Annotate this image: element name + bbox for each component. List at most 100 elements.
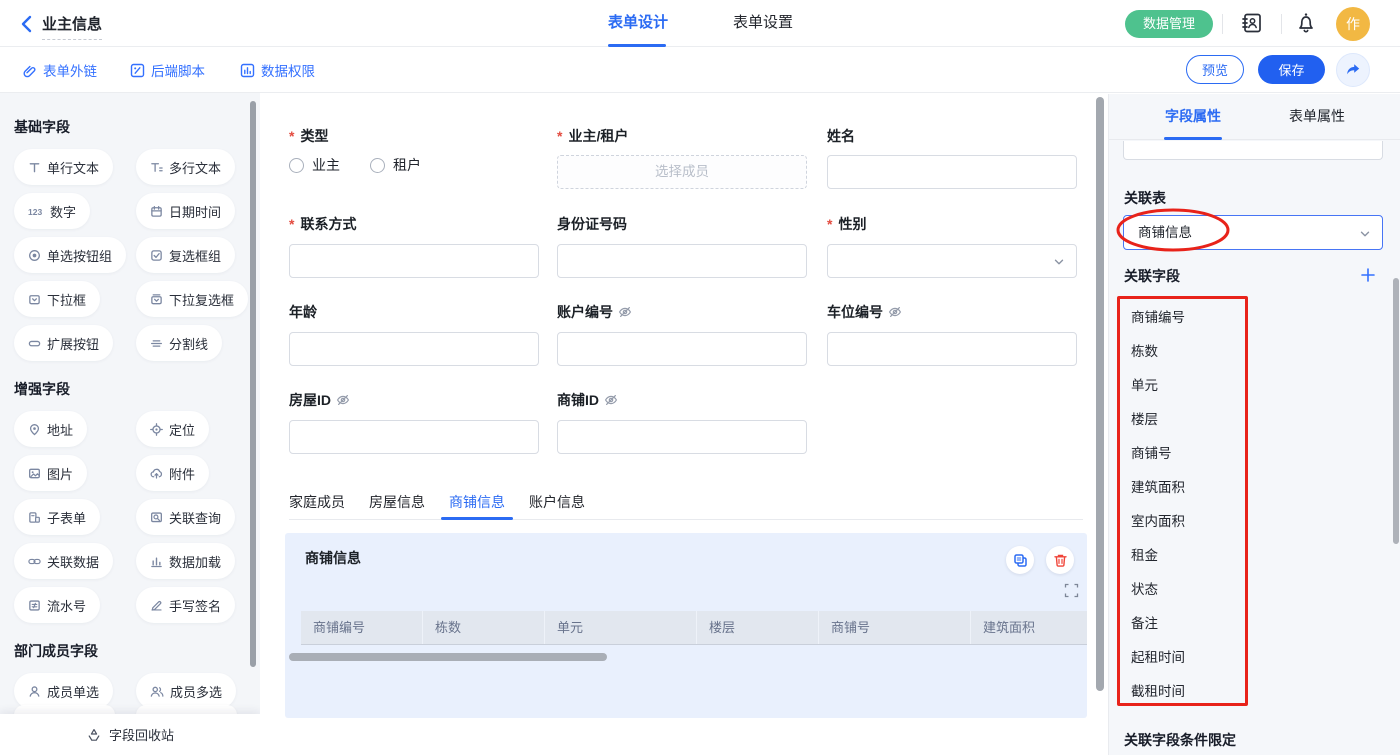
field-item-extend-button[interactable]: 扩展按钮 [14, 325, 113, 361]
field-item-checkbox-group[interactable]: 复选框组 [136, 237, 235, 273]
tab-form-design[interactable]: 表单设计 [608, 0, 668, 46]
related-field-item[interactable]: 楼层 [1131, 408, 1158, 428]
field-item-attachment[interactable]: 附件 [136, 455, 209, 491]
shop-id-input[interactable] [557, 420, 807, 454]
backend-script-link[interactable]: 后端脚本 [130, 60, 205, 80]
field-item-subform[interactable]: 子表单 [14, 499, 100, 535]
tab-field-properties[interactable]: 字段属性 [1165, 106, 1221, 126]
field-item-label: 单选按钮组 [47, 246, 112, 265]
add-related-field-button[interactable] [1359, 266, 1379, 286]
field-item-multi-select[interactable]: 下拉复选框 [136, 281, 248, 317]
radio-option-tenant[interactable]: 租户 [370, 155, 421, 175]
user-avatar[interactable]: 作 [1336, 7, 1370, 41]
preview-button[interactable]: 预览 [1186, 55, 1244, 84]
subtab-family-members[interactable]: 家庭成员 [289, 492, 345, 520]
subtab-shop-info[interactable]: 商铺信息 [449, 492, 505, 520]
name-input[interactable] [827, 155, 1077, 189]
related-field-item[interactable]: 租金 [1131, 544, 1158, 564]
subtab-house-info[interactable]: 房屋信息 [369, 492, 425, 520]
field-label-shop-id: 商铺ID [557, 390, 618, 410]
related-field-item[interactable]: 栋数 [1131, 340, 1158, 360]
subtable-column-header: 商铺编号 [301, 611, 423, 644]
sidebar-scrollbar[interactable] [250, 101, 256, 667]
back-chevron-icon [16, 13, 38, 35]
share-arrow-icon [1344, 61, 1362, 79]
field-item-lookup[interactable]: 关联查询 [136, 499, 235, 535]
save-button[interactable]: 保存 [1258, 55, 1325, 84]
scrolled-input-partial[interactable] [1123, 141, 1383, 160]
share-button[interactable] [1336, 53, 1370, 87]
copy-button[interactable] [1006, 546, 1034, 574]
member-select-field[interactable]: 选择成员 [557, 155, 807, 189]
external-link-icon [22, 63, 37, 78]
related-fields-label: 关联字段 [1124, 266, 1180, 286]
related-field-item[interactable]: 商铺号 [1131, 442, 1172, 462]
field-item-member-multi[interactable]: 成员多选 [136, 673, 236, 709]
expand-icon[interactable] [1064, 583, 1079, 598]
chevron-down-icon [1053, 256, 1065, 268]
field-item-label: 地址 [47, 420, 73, 439]
data-permission-link[interactable]: 数据权限 [240, 60, 315, 80]
field-item-label: 定位 [169, 420, 195, 439]
radio-group-icon [28, 249, 41, 262]
field-item-locate[interactable]: 定位 [136, 411, 209, 447]
gender-select[interactable] [827, 244, 1077, 278]
related-field-item[interactable]: 建筑面积 [1131, 476, 1185, 496]
contact-input[interactable] [289, 244, 539, 278]
field-recycle-bin[interactable]: 字段回收站 [0, 714, 260, 755]
notification-bell-icon[interactable] [1294, 11, 1318, 35]
field-label-contact: * 联系方式 [289, 214, 356, 234]
delete-button[interactable] [1046, 546, 1074, 574]
hidden-eye-icon [604, 393, 618, 407]
field-item-linked-data[interactable]: 关联数据 [14, 543, 113, 579]
tab-form-properties[interactable]: 表单属性 [1289, 106, 1345, 126]
field-item-image[interactable]: 图片 [14, 455, 87, 491]
related-field-item[interactable]: 起租时间 [1131, 646, 1185, 666]
parking-no-input[interactable] [827, 332, 1077, 366]
serial-number-icon [28, 599, 41, 612]
field-item-member-single[interactable]: 成员单选 [14, 673, 113, 709]
field-item-select[interactable]: 下拉框 [14, 281, 100, 317]
related-field-item[interactable]: 室内面积 [1131, 510, 1185, 530]
related-field-item[interactable]: 截租时间 [1131, 680, 1185, 700]
backend-script-icon [130, 63, 145, 78]
related-field-item[interactable]: 商铺编号 [1131, 306, 1185, 326]
data-load-icon [150, 555, 163, 568]
shop-info-subtable-panel[interactable]: 商铺信息 商铺编号 栋数 单元 楼层 商铺号 建筑面积 [285, 533, 1087, 718]
subform-icon [28, 511, 41, 524]
field-item-signature[interactable]: 手写签名 [136, 587, 235, 623]
section-title-member-fields: 部门成员字段 [14, 641, 260, 661]
field-item-radio-group[interactable]: 单选按钮组 [14, 237, 126, 273]
svg-text:123: 123 [28, 207, 42, 217]
field-item-number[interactable]: 123 数字 [14, 193, 90, 229]
field-item-data-load[interactable]: 数据加载 [136, 543, 235, 579]
field-item-serial-number[interactable]: 流水号 [14, 587, 100, 623]
age-input[interactable] [289, 332, 539, 366]
data-manage-button[interactable]: 数据管理 [1125, 10, 1213, 38]
id-number-input[interactable] [557, 244, 807, 278]
required-star: * [289, 128, 294, 144]
subtable-horizontal-scrollbar[interactable] [289, 653, 607, 661]
related-table-select[interactable]: 商铺信息 [1123, 215, 1383, 250]
canvas-scrollbar[interactable] [1096, 97, 1104, 691]
radio-option-owner[interactable]: 业主 [289, 155, 340, 175]
field-item-single-line-text[interactable]: 单行文本 [14, 149, 113, 185]
account-no-input[interactable] [557, 332, 807, 366]
related-field-item[interactable]: 状态 [1131, 578, 1158, 598]
page-title[interactable]: 业主信息 [42, 13, 102, 40]
contacts-book-icon[interactable] [1240, 11, 1264, 35]
radio-circle-icon [370, 158, 385, 173]
field-item-address[interactable]: 地址 [14, 411, 87, 447]
field-item-multi-line-text[interactable]: 多行文本 [136, 149, 235, 185]
back-button[interactable] [16, 13, 38, 35]
panel-scrollbar[interactable] [1393, 278, 1399, 544]
related-field-item[interactable]: 备注 [1131, 612, 1158, 632]
house-id-input[interactable] [289, 420, 539, 454]
subtab-account-info[interactable]: 账户信息 [529, 492, 585, 520]
field-item-divider[interactable]: 分割线 [136, 325, 222, 361]
related-field-item[interactable]: 单元 [1131, 374, 1158, 394]
tab-form-settings[interactable]: 表单设置 [733, 0, 793, 46]
form-canvas: * 类型 业主 租户 * 业主/租户 选择成员 姓名 * 联系方式 [260, 94, 1108, 755]
field-item-datetime[interactable]: 日期时间 [136, 193, 235, 229]
form-external-link[interactable]: 表单外链 [22, 60, 97, 80]
